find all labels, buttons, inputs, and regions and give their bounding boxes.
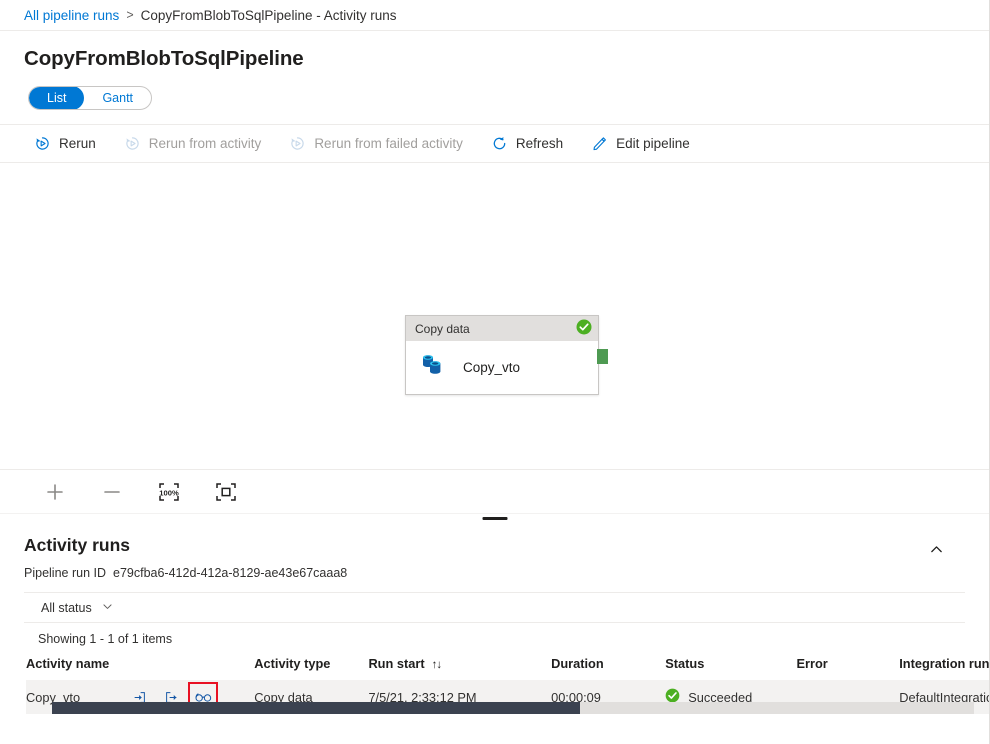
status-filter-label: All status [41, 601, 92, 615]
rerun-icon [34, 135, 51, 152]
panel-bottom-spacer [0, 714, 989, 744]
fit-to-screen-icon[interactable] [211, 477, 241, 507]
panel-splitter[interactable] [0, 513, 989, 523]
breadcrumb-separator: > [126, 8, 133, 22]
pipeline-run-id-value: e79cfba6-412d-412a-8129-ae43e67caaa8 [113, 566, 347, 580]
column-header-status-label: Status [665, 656, 704, 671]
view-toggle-group: List Gantt [28, 86, 152, 110]
rerun-from-activity-button: Rerun from activity [122, 125, 276, 163]
refresh-icon [491, 135, 508, 152]
splitter-handle[interactable] [482, 517, 507, 520]
status-filter-dropdown[interactable]: All status [36, 597, 119, 619]
activity-node-body: Copy_vto [406, 341, 598, 394]
zoom-in-icon[interactable] [40, 477, 70, 507]
refresh-label: Refresh [516, 136, 563, 151]
chevron-down-icon [101, 600, 114, 616]
pipeline-run-id-label: Pipeline run ID [24, 566, 106, 580]
breadcrumb: All pipeline runs > CopyFromBlobToSqlPip… [0, 0, 989, 31]
view-toggle-gantt[interactable]: Gantt [84, 86, 151, 110]
refresh-button[interactable]: Refresh [489, 125, 577, 163]
activity-runs-table-wrapper: Activity name Activity type Run start↑↓ … [26, 646, 989, 714]
column-header-activity-name-label: Activity name [26, 656, 109, 671]
page-title: CopyFromBlobToSqlPipeline [0, 31, 989, 71]
breadcrumb-current: CopyFromBlobToSqlPipeline - Activity run… [141, 8, 397, 23]
zoom-to-100-percent-icon[interactable]: 100% [154, 477, 184, 507]
collapse-panel-button[interactable] [921, 537, 951, 567]
column-header-error[interactable]: Error [796, 646, 899, 680]
column-header-duration-label: Duration [551, 656, 604, 671]
edit-pipeline-label: Edit pipeline [616, 136, 690, 151]
zoom-out-icon[interactable] [97, 477, 127, 507]
column-header-error-label: Error [796, 656, 827, 671]
pipeline-run-monitor-page: All pipeline runs > CopyFromBlobToSqlPip… [0, 0, 990, 744]
status-filter-bar: All status [24, 592, 965, 623]
success-check-icon [576, 319, 592, 338]
column-header-integration-runtime[interactable]: Integration runtime [899, 646, 989, 680]
edit-pipeline-button[interactable]: Edit pipeline [589, 125, 704, 163]
activity-runs-panel: Activity runs Pipeline run ID e79cfba6-4… [0, 523, 989, 744]
activity-runs-header: Activity runs Pipeline run ID e79cfba6-4… [0, 523, 989, 580]
view-toggle-list[interactable]: List [29, 86, 84, 110]
rerun-button[interactable]: Rerun [32, 125, 110, 163]
svg-text:100%: 100% [159, 488, 179, 497]
rerun-label: Rerun [59, 136, 96, 151]
column-header-run-start[interactable]: Run start ↑↓ [368, 646, 551, 680]
rerun-from-failed-activity-icon [289, 135, 306, 152]
showing-count-label: Showing 1 - 1 of 1 items [0, 623, 989, 646]
horizontal-scrollbar-thumb[interactable] [52, 702, 580, 714]
activity-runs-title: Activity runs [24, 535, 989, 556]
table-header-row: Activity name Activity type Run start↑↓ … [26, 646, 989, 680]
sort-arrows-icon: ↑↓ [432, 659, 442, 671]
column-header-activity-type[interactable]: Activity type [254, 646, 368, 680]
chevron-up-icon [928, 541, 945, 563]
pencil-icon [591, 135, 608, 152]
rerun-from-failed-activity-label: Rerun from failed activity [314, 136, 463, 151]
activity-node-type-label: Copy data [415, 322, 470, 336]
node-output-port[interactable] [597, 349, 608, 364]
activity-node-copy-vto[interactable]: Copy data [405, 315, 599, 395]
command-bar: Rerun Rerun from activity Rerun from [0, 124, 989, 163]
column-header-integration-runtime-label: Integration runtime [899, 656, 989, 671]
column-header-status[interactable]: Status [665, 646, 796, 680]
column-header-activity-name[interactable]: Activity name [26, 646, 254, 680]
column-header-activity-type-label: Activity type [254, 656, 330, 671]
activity-node-name: Copy_vto [463, 360, 520, 375]
pipeline-canvas[interactable]: Copy data [0, 163, 989, 469]
pipeline-run-id-row: Pipeline run ID e79cfba6-412d-412a-8129-… [24, 566, 989, 580]
view-toggle: List Gantt [0, 71, 989, 110]
rerun-from-activity-icon [124, 135, 141, 152]
breadcrumb-link-all-pipeline-runs[interactable]: All pipeline runs [24, 8, 119, 23]
copy-data-icon [419, 351, 449, 384]
rerun-from-failed-activity-button: Rerun from failed activity [287, 125, 477, 163]
rerun-from-activity-label: Rerun from activity [149, 136, 262, 151]
column-header-run-start-label: Run start [368, 656, 424, 671]
column-header-duration[interactable]: Duration [551, 646, 665, 680]
horizontal-scrollbar[interactable] [52, 702, 974, 714]
activity-node-header: Copy data [406, 316, 598, 341]
canvas-zoom-toolbar: 100% [0, 469, 989, 513]
